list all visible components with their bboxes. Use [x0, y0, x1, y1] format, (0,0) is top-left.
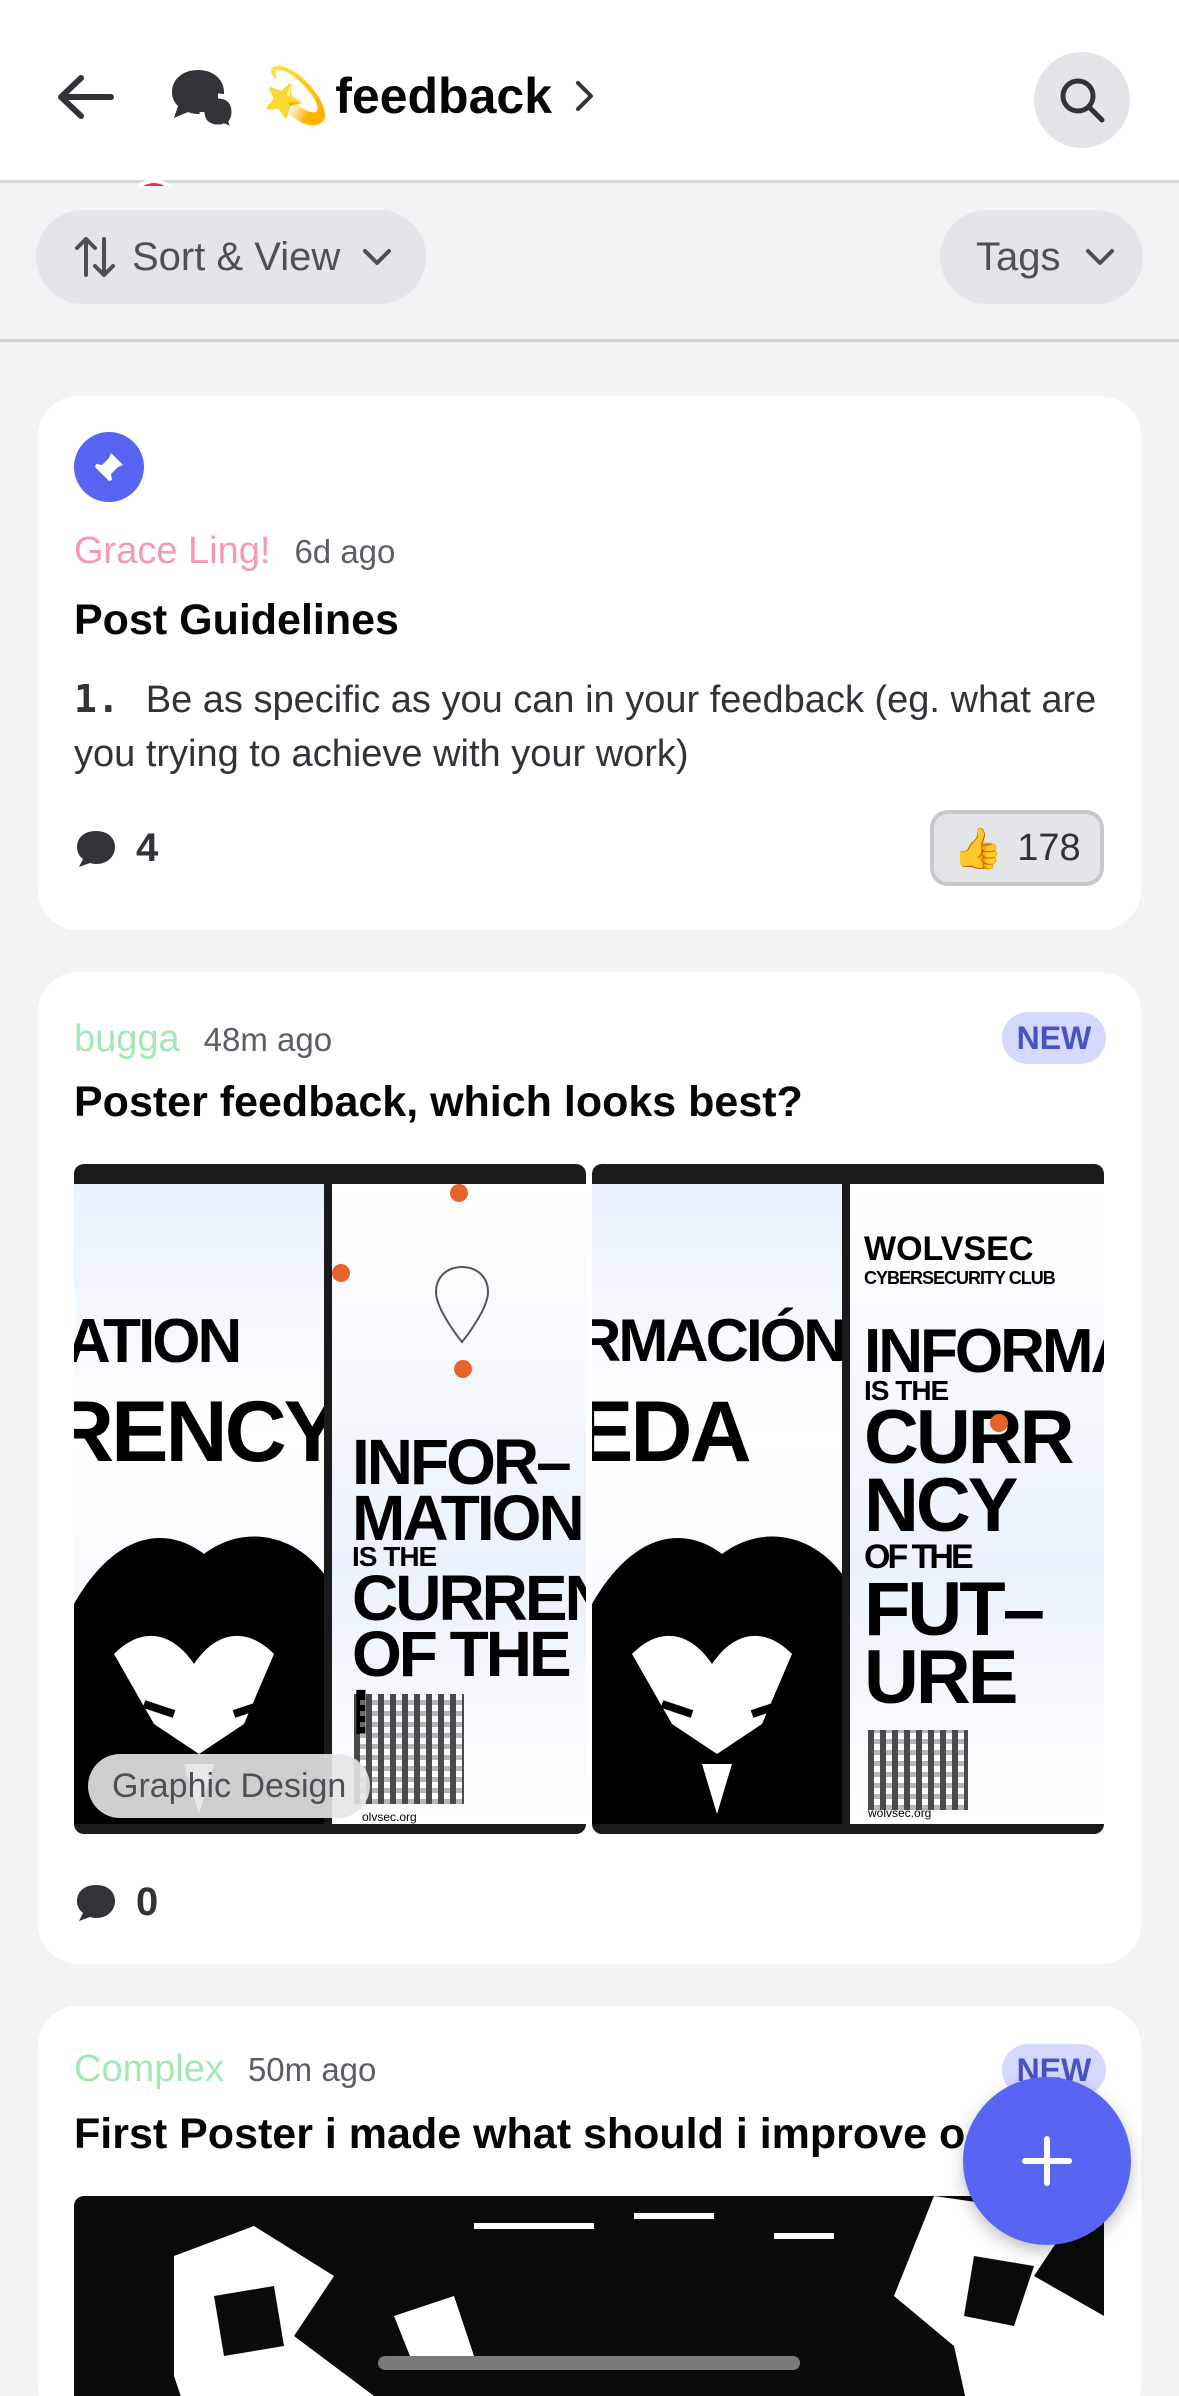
channel-title[interactable]: 💫 feedback	[262, 60, 596, 132]
poster-text: NCY	[864, 1463, 1018, 1548]
poster-text: URE	[864, 1635, 1018, 1720]
comment-bubble-icon	[77, 830, 115, 867]
post-card[interactable]: bugga 48m ago NEW Poster feedback, which…	[38, 972, 1141, 1964]
search-button[interactable]	[1034, 52, 1130, 148]
post-author[interactable]: Grace Ling!	[74, 530, 270, 573]
location-pin-graphic	[434, 1265, 490, 1344]
reaction-count: 178	[1017, 826, 1081, 869]
chevron-right-icon	[576, 81, 594, 111]
channel-name: feedback	[335, 68, 553, 124]
back-arrow-icon	[58, 75, 114, 119]
poster-text: ATION	[74, 1307, 242, 1376]
post-meta: Complex 50m ago	[74, 2048, 376, 2091]
search-icon	[1060, 78, 1105, 123]
qr-code	[868, 1730, 968, 1810]
poster-brand: WOLVSEC	[864, 1230, 1034, 1268]
thumbs-up-icon: 👍	[953, 826, 1004, 871]
post-meta: Grace Ling! 6d ago	[74, 530, 395, 573]
tag-chip[interactable]: Graphic Design	[88, 1754, 371, 1818]
qr-code	[354, 1694, 464, 1804]
reaction-button[interactable]: 👍 178	[930, 810, 1104, 886]
post-author[interactable]: Complex	[74, 2048, 224, 2091]
plus-icon	[1022, 2136, 1072, 2186]
back-button[interactable]: 1	[50, 62, 178, 227]
poster-text: RENCY	[74, 1384, 324, 1480]
poster-graphic	[592, 1536, 842, 1824]
sort-icon	[75, 237, 115, 277]
new-badge: NEW	[1002, 1012, 1106, 1064]
channel-header: 1 💫 feedback	[0, 0, 1179, 227]
post-card-pinned[interactable]: Grace Ling! 6d ago Post Guidelines 1. Be …	[38, 396, 1141, 930]
post-image-gallery[interactable]: ATION RENCY INFOR– MATION IS THE CURREN …	[74, 1164, 1104, 1834]
poster-text: EDA	[592, 1384, 752, 1480]
post-time: 6d ago	[294, 533, 396, 570]
sort-view-button[interactable]: Sort & View	[36, 210, 426, 304]
sort-view-label: Sort & View	[132, 234, 341, 279]
poster-panel-right: INFOR– MATION IS THE CURREN OF THE I olv…	[332, 1184, 586, 1824]
filter-bar: Sort & View Tags	[0, 186, 1179, 342]
post-author[interactable]: bugga	[74, 1018, 180, 1061]
post-title: Poster feedback, which looks best?	[74, 1078, 803, 1126]
post-body-text: Be as specific as you can in your feedba…	[74, 679, 1097, 775]
poster-url: olvsec.org	[362, 1810, 417, 1824]
poster-text: MATION	[352, 1482, 585, 1554]
post-time: 50m ago	[247, 2051, 377, 2088]
chevron-down-icon	[363, 249, 392, 265]
comment-count: 4	[74, 826, 158, 871]
poster-url: wolvsec.org	[868, 1806, 932, 1820]
comment-count: 0	[74, 1880, 158, 1925]
poster-panel-left: ATION RENCY	[74, 1184, 324, 1824]
chevron-down-icon	[1085, 249, 1114, 265]
pin-icon	[74, 432, 144, 502]
tags-label: Tags	[976, 234, 1061, 279]
post-meta: bugga 48m ago	[74, 1018, 332, 1061]
tags-button[interactable]: Tags	[940, 210, 1143, 304]
post-body-number: 1.	[74, 677, 120, 721]
poster-text: INFORMA	[864, 1317, 1104, 1386]
post-title: First Poster i made what should i improv…	[74, 2110, 966, 2158]
comment-bubble-icon	[77, 1884, 115, 1921]
poster-image-draft-4[interactable]: RMACIÓN EDA WOLVSEC CYBERSECURITY CLUB I…	[592, 1164, 1104, 1834]
new-post-button[interactable]	[963, 2077, 1131, 2245]
post-time: 48m ago	[203, 1021, 333, 1058]
post-title: Post Guidelines	[74, 596, 399, 644]
poster-text: RMACIÓN	[592, 1307, 842, 1374]
channel-emoji: 💫	[262, 65, 330, 126]
post-body: 1. Be as specific as you can in your feed…	[74, 672, 1114, 781]
poster-panel-left: RMACIÓN EDA	[592, 1184, 842, 1824]
home-indicator[interactable]	[378, 2356, 800, 2370]
poster-panel-right: WOLVSEC CYBERSECURITY CLUB INFORMA IS TH…	[850, 1184, 1104, 1824]
forum-icon	[172, 70, 236, 132]
poster-brand-sub: CYBERSECURITY CLUB	[864, 1268, 1056, 1288]
poster-image-draft-3[interactable]: ATION RENCY INFOR– MATION IS THE CURREN …	[74, 1164, 586, 1834]
